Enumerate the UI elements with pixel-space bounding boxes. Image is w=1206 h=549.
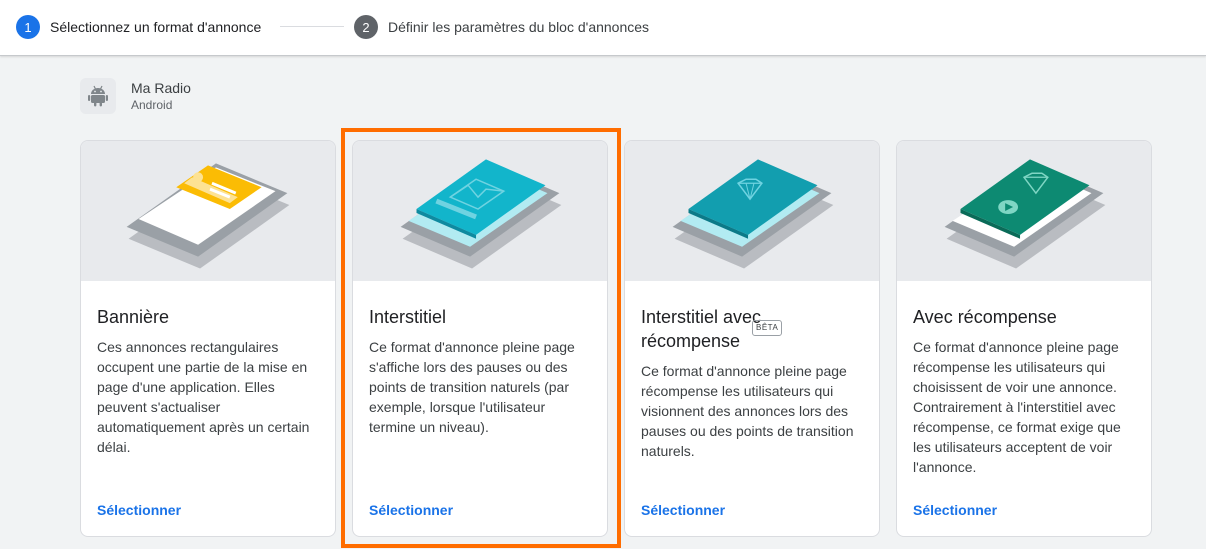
card-description: Ce format d'annonce pleine page récompen… xyxy=(641,363,854,459)
card-description: Ce format d'annonce pleine page récompen… xyxy=(913,339,1121,475)
card-title: Bannière xyxy=(97,307,170,327)
card-banner[interactable]: Bannière Ces annonces rectangulaires occ… xyxy=(80,140,336,537)
beta-badge: BÊTA xyxy=(752,320,783,336)
card-title: Interstitiel avec récompense xyxy=(641,307,762,351)
stepper: 1 Sélectionnez un format d'annonce 2 Déf… xyxy=(0,0,1206,56)
select-banner-link[interactable]: Sélectionner xyxy=(97,502,181,518)
step-2-label: Définir les paramètres du bloc d'annonce… xyxy=(388,19,650,35)
step-connector xyxy=(280,26,344,27)
step-2-number: 2 xyxy=(354,15,378,39)
app-platform: Android xyxy=(131,98,173,112)
app-name: Ma Radio xyxy=(131,80,191,96)
card-title: Avec récompense xyxy=(913,307,1057,327)
rewarded-interstitial-illustration xyxy=(625,141,879,281)
banner-illustration xyxy=(81,141,335,281)
step-1-number: 1 xyxy=(16,15,40,39)
card-description: Ces annonces rectangulaires occupent une… xyxy=(97,339,310,455)
rewarded-illustration xyxy=(897,141,1151,281)
selection-highlight xyxy=(341,128,621,548)
step-1[interactable]: 1 Sélectionnez un format d'annonce xyxy=(16,15,261,39)
card-rewarded-interstitial[interactable]: Interstitiel avec récompense Ce format d… xyxy=(624,140,880,537)
step-1-label: Sélectionnez un format d'annonce xyxy=(50,19,262,35)
card-rewarded[interactable]: Avec récompense Ce format d'annonce plei… xyxy=(896,140,1152,537)
select-rewarded-interstitial-link[interactable]: Sélectionner xyxy=(641,502,725,518)
step-2[interactable]: 2 Définir les paramètres du bloc d'annon… xyxy=(354,15,649,39)
app-info: Ma Radio Android xyxy=(80,78,191,114)
android-icon xyxy=(80,78,116,114)
select-rewarded-link[interactable]: Sélectionner xyxy=(913,502,997,518)
